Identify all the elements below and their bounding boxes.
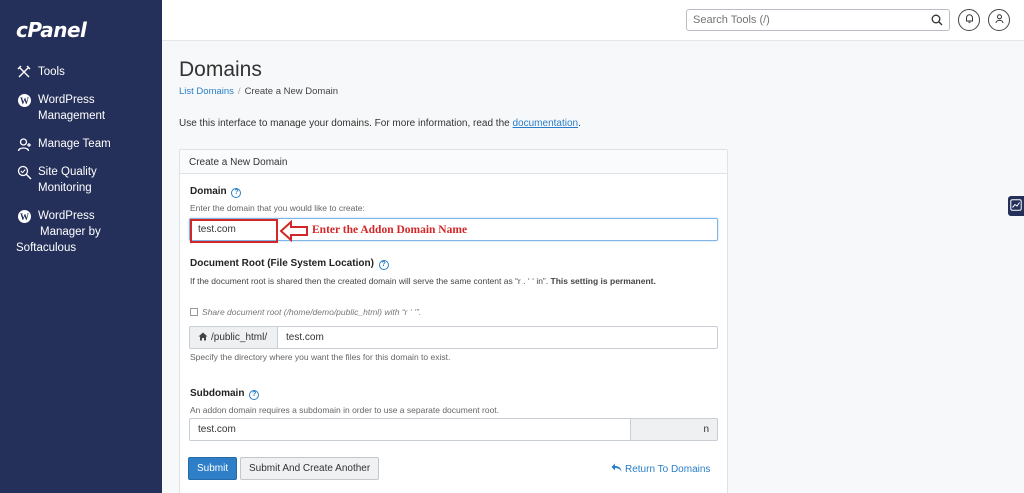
tools-icon — [15, 64, 33, 80]
cpanel-logo[interactable]: cPanel — [16, 18, 87, 42]
chart-icon — [1010, 198, 1022, 214]
submit-create-another-button[interactable]: Submit And Create Another — [240, 457, 380, 480]
sidebar-item-wordpress-softaculous[interactable]: W WordPress Manager by Softaculous — [0, 208, 162, 256]
breadcrumb-list-domains-link[interactable]: List Domains — [179, 86, 234, 97]
subdomain-input[interactable]: test.com — [189, 418, 631, 441]
sidebar-item-label: WordPress Management — [38, 94, 106, 122]
docroot-help: Specify the directory where you want the… — [190, 352, 451, 362]
search-tools-box — [686, 9, 950, 31]
subdomain-suffix: n — [631, 418, 718, 441]
team-icon — [15, 136, 33, 152]
subdomain-input-group: test.com n — [189, 418, 718, 441]
intro-text: Use this interface to manage your domain… — [179, 118, 581, 129]
docroot-label: Document Root (File System Location) ? — [190, 258, 389, 270]
search-input[interactable] — [687, 10, 949, 30]
breadcrumb: List Domains / Create a New Domain — [179, 86, 338, 97]
help-icon[interactable]: ? — [378, 260, 389, 270]
help-icon[interactable]: ? — [249, 390, 260, 400]
breadcrumb-current: Create a New Domain — [244, 86, 339, 97]
bell-icon — [964, 13, 975, 27]
wordpress-icon: W — [15, 92, 33, 108]
submit-button[interactable]: Submit — [188, 457, 238, 480]
sidebar: cPanel Tools W WordPress Management Mana… — [0, 0, 162, 493]
breadcrumb-separator: / — [237, 86, 241, 97]
docroot-input[interactable]: test.com — [277, 326, 718, 349]
return-to-domains-link[interactable]: Return To Domains — [611, 463, 710, 475]
sidebar-item-tools[interactable]: Tools — [0, 64, 162, 80]
annotation-text: Enter the Addon Domain Name — [312, 224, 468, 236]
subdomain-hint: An addon domain requires a subdomain in … — [190, 405, 500, 415]
docroot-description: If the document root is shared then the … — [190, 276, 656, 286]
page-title: Domains — [179, 58, 262, 81]
sidebar-item-label: Site Quality Monitoring — [38, 166, 97, 194]
sidebar-item-label: Manage Team — [38, 138, 111, 150]
domain-label: Domain ? — [190, 186, 242, 198]
sidebar-item-wordpress-management[interactable]: W WordPress Management — [0, 92, 162, 124]
svg-text:W: W — [20, 212, 29, 222]
annotation-arrow-icon — [280, 220, 308, 242]
share-docroot-checkbox[interactable] — [190, 308, 198, 316]
subdomain-label: Subdomain ? — [190, 388, 260, 400]
user-icon — [994, 13, 1005, 27]
search-icon[interactable] — [930, 13, 944, 27]
create-domain-panel: Create a New Domain Domain ? Enter the d… — [179, 149, 728, 493]
return-arrow-icon — [611, 463, 622, 475]
sidebar-item-label: Tools — [38, 66, 65, 78]
notifications-button[interactable] — [958, 9, 980, 31]
domain-hint: Enter the domain that you would like to … — [190, 203, 365, 213]
docroot-input-group: /public_html/ test.com — [189, 326, 718, 349]
wordpress-icon: W — [15, 208, 33, 224]
sidebar-item-manage-team[interactable]: Manage Team — [0, 136, 162, 152]
help-icon[interactable]: ? — [231, 188, 242, 198]
stats-widget-button[interactable] — [1008, 196, 1024, 216]
sidebar-nav: Tools W WordPress Management Manage Team… — [0, 64, 162, 268]
search-quality-icon — [15, 164, 33, 180]
annotation-highlight-box — [190, 219, 278, 243]
svg-text:W: W — [20, 96, 29, 106]
home-icon — [198, 332, 208, 344]
docroot-prefix: /public_html/ — [189, 326, 277, 349]
user-menu-button[interactable] — [988, 9, 1010, 31]
top-header — [162, 0, 1024, 41]
main-content: Domains List Domains / Create a New Domain… — [179, 41, 1024, 493]
share-docroot-row[interactable]: Share document root (/home/demo/public_h… — [190, 307, 421, 317]
sidebar-item-site-quality[interactable]: Site Quality Monitoring — [0, 164, 162, 196]
panel-title: Create a New Domain — [180, 150, 727, 174]
documentation-link[interactable]: documentation — [513, 118, 579, 129]
